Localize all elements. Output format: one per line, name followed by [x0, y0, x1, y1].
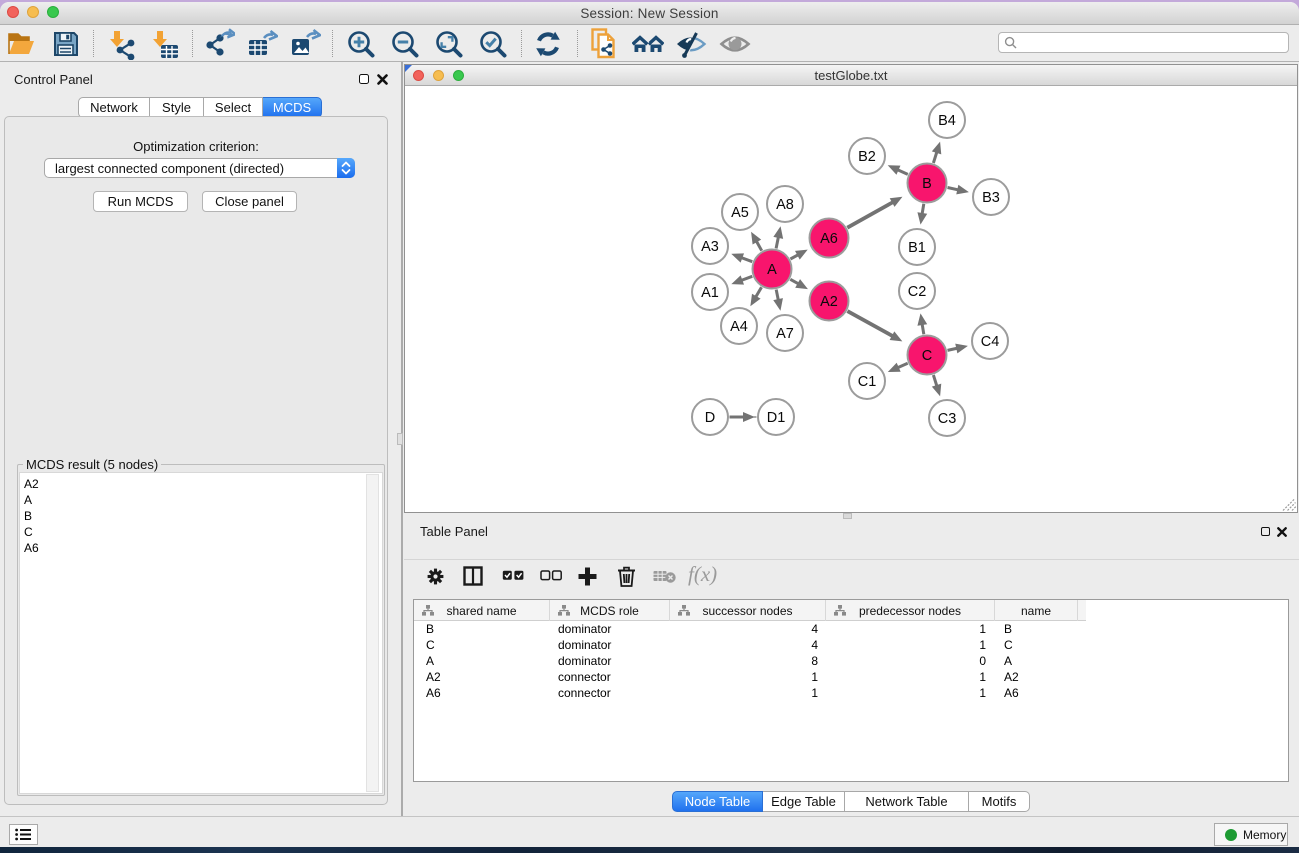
- svg-text:C1: C1: [858, 374, 877, 390]
- svg-text:A5: A5: [731, 205, 749, 221]
- svg-text:C2: C2: [908, 284, 927, 300]
- svg-text:D: D: [705, 410, 715, 426]
- svg-text:B1: B1: [908, 240, 926, 256]
- svg-text:B3: B3: [982, 190, 1000, 206]
- svg-text:B: B: [922, 176, 932, 192]
- svg-text:A6: A6: [820, 231, 838, 247]
- svg-text:A4: A4: [730, 319, 748, 335]
- svg-text:A7: A7: [776, 326, 794, 342]
- svg-text:B4: B4: [938, 113, 956, 129]
- svg-text:C4: C4: [981, 334, 1000, 350]
- svg-text:A: A: [767, 262, 777, 278]
- svg-text:A2: A2: [820, 294, 838, 310]
- svg-text:A8: A8: [776, 197, 794, 213]
- svg-text:A1: A1: [701, 285, 719, 301]
- svg-text:B2: B2: [858, 149, 876, 165]
- svg-text:C: C: [922, 348, 932, 364]
- svg-text:A3: A3: [701, 239, 719, 255]
- svg-text:D1: D1: [767, 410, 786, 426]
- svg-text:C3: C3: [938, 411, 957, 427]
